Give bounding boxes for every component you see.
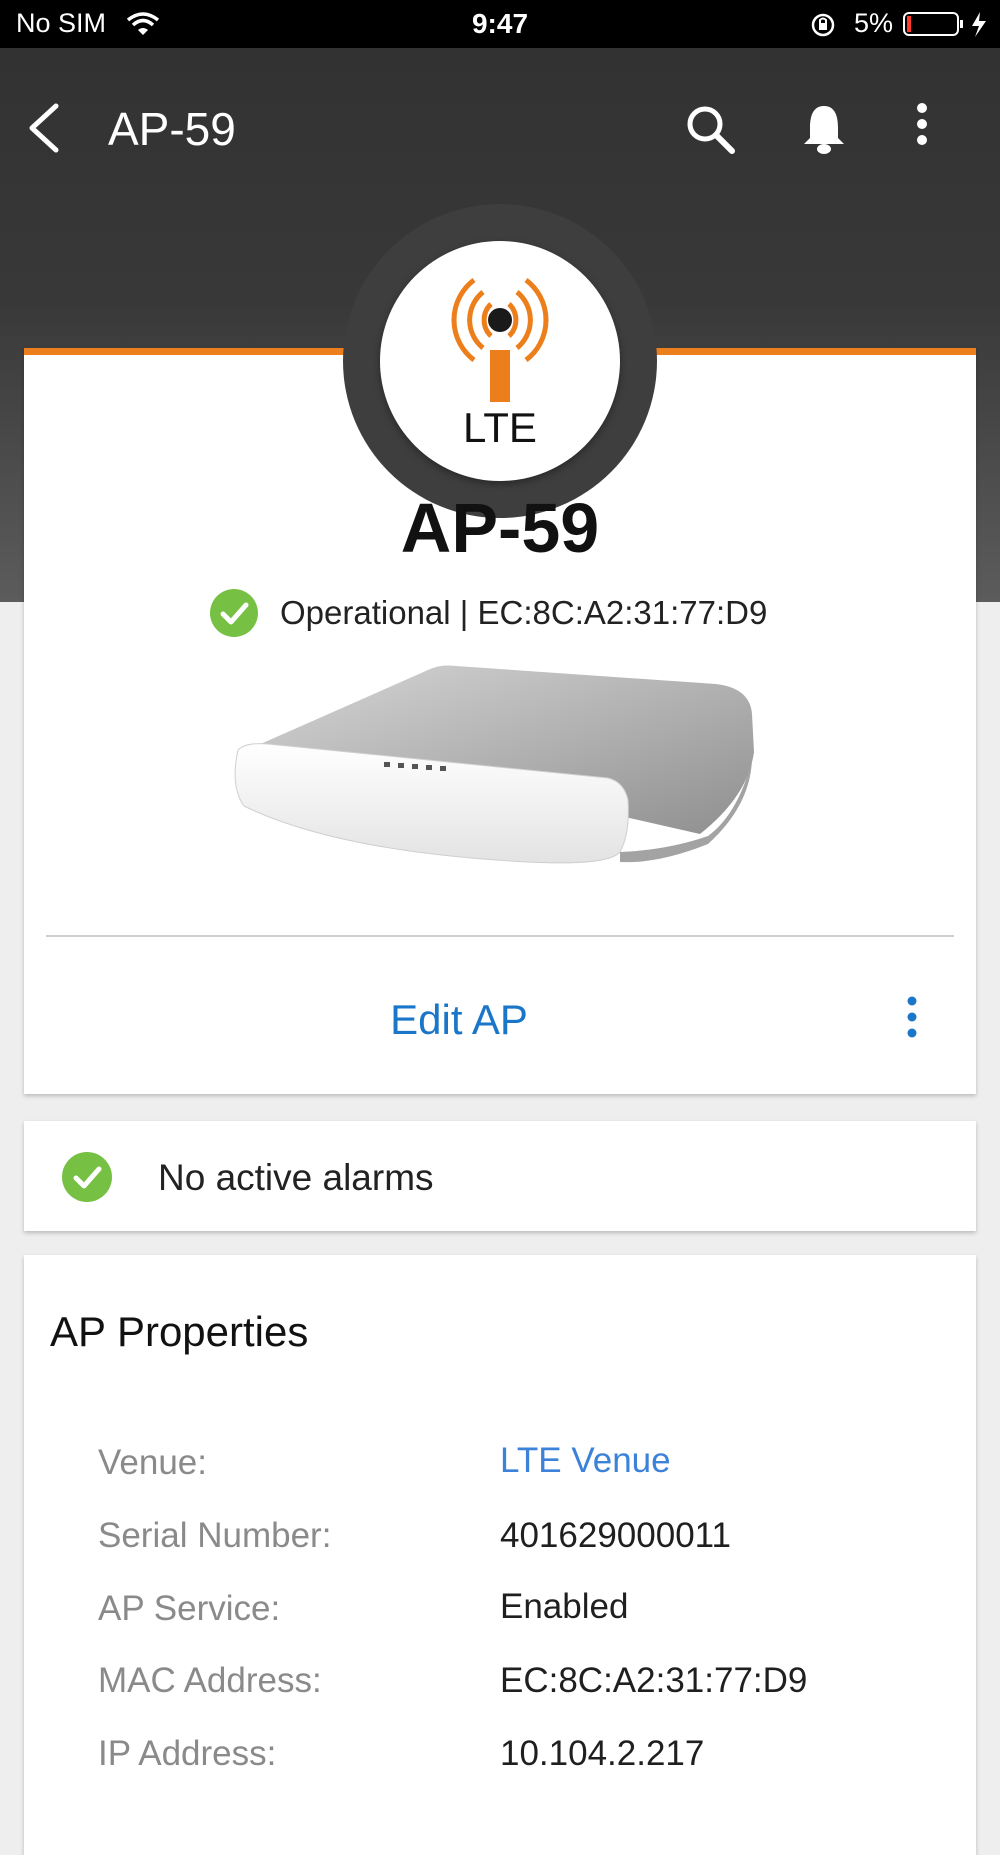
back-arrow-icon[interactable] xyxy=(24,102,64,154)
venue-link[interactable]: LTE Venue xyxy=(500,1441,671,1481)
card-more-vert-icon[interactable] xyxy=(900,996,924,1040)
more-vert-icon[interactable] xyxy=(908,102,936,150)
lte-logo-text: LTE xyxy=(463,404,537,451)
ap-properties-title: AP Properties xyxy=(50,1308,309,1355)
ap-service-value: Enabled xyxy=(500,1587,629,1626)
battery-percent: 5% xyxy=(854,8,894,38)
ip-address-value: 10.104.2.217 xyxy=(500,1734,705,1773)
status-line: Operational | EC:8C:A2:31:77:D9 xyxy=(280,594,768,631)
alarms-status-text: No active alarms xyxy=(158,1157,434,1198)
app-bar-title: AP-59 xyxy=(108,103,236,155)
lte-antenna-icon xyxy=(451,278,549,402)
ap-service-label: AP Service: xyxy=(98,1589,281,1628)
operational-check-icon xyxy=(210,589,258,637)
mac-address-label: MAC Address: xyxy=(98,1661,322,1700)
ip-address-label: IP Address: xyxy=(98,1734,277,1773)
venue-label: Venue: xyxy=(98,1443,207,1482)
serial-number-label: Serial Number: xyxy=(98,1516,332,1555)
no-alarms-check-icon xyxy=(62,1152,112,1202)
orientation-lock-icon xyxy=(811,13,835,37)
edit-ap-button[interactable]: Edit AP xyxy=(0,996,918,1044)
serial-number-value: 401629000011 xyxy=(500,1516,731,1555)
bell-icon[interactable] xyxy=(800,102,848,156)
device-name: AP-59 xyxy=(400,489,600,567)
ap-device-image xyxy=(234,665,754,864)
card-divider xyxy=(46,935,954,937)
search-icon[interactable] xyxy=(682,102,738,158)
clock: 9:47 xyxy=(471,8,529,39)
status-bar: No SIM 9:47 5% xyxy=(0,0,1000,48)
mac-address-value: EC:8C:A2:31:77:D9 xyxy=(500,1661,808,1700)
battery-charging-icon xyxy=(903,12,986,37)
